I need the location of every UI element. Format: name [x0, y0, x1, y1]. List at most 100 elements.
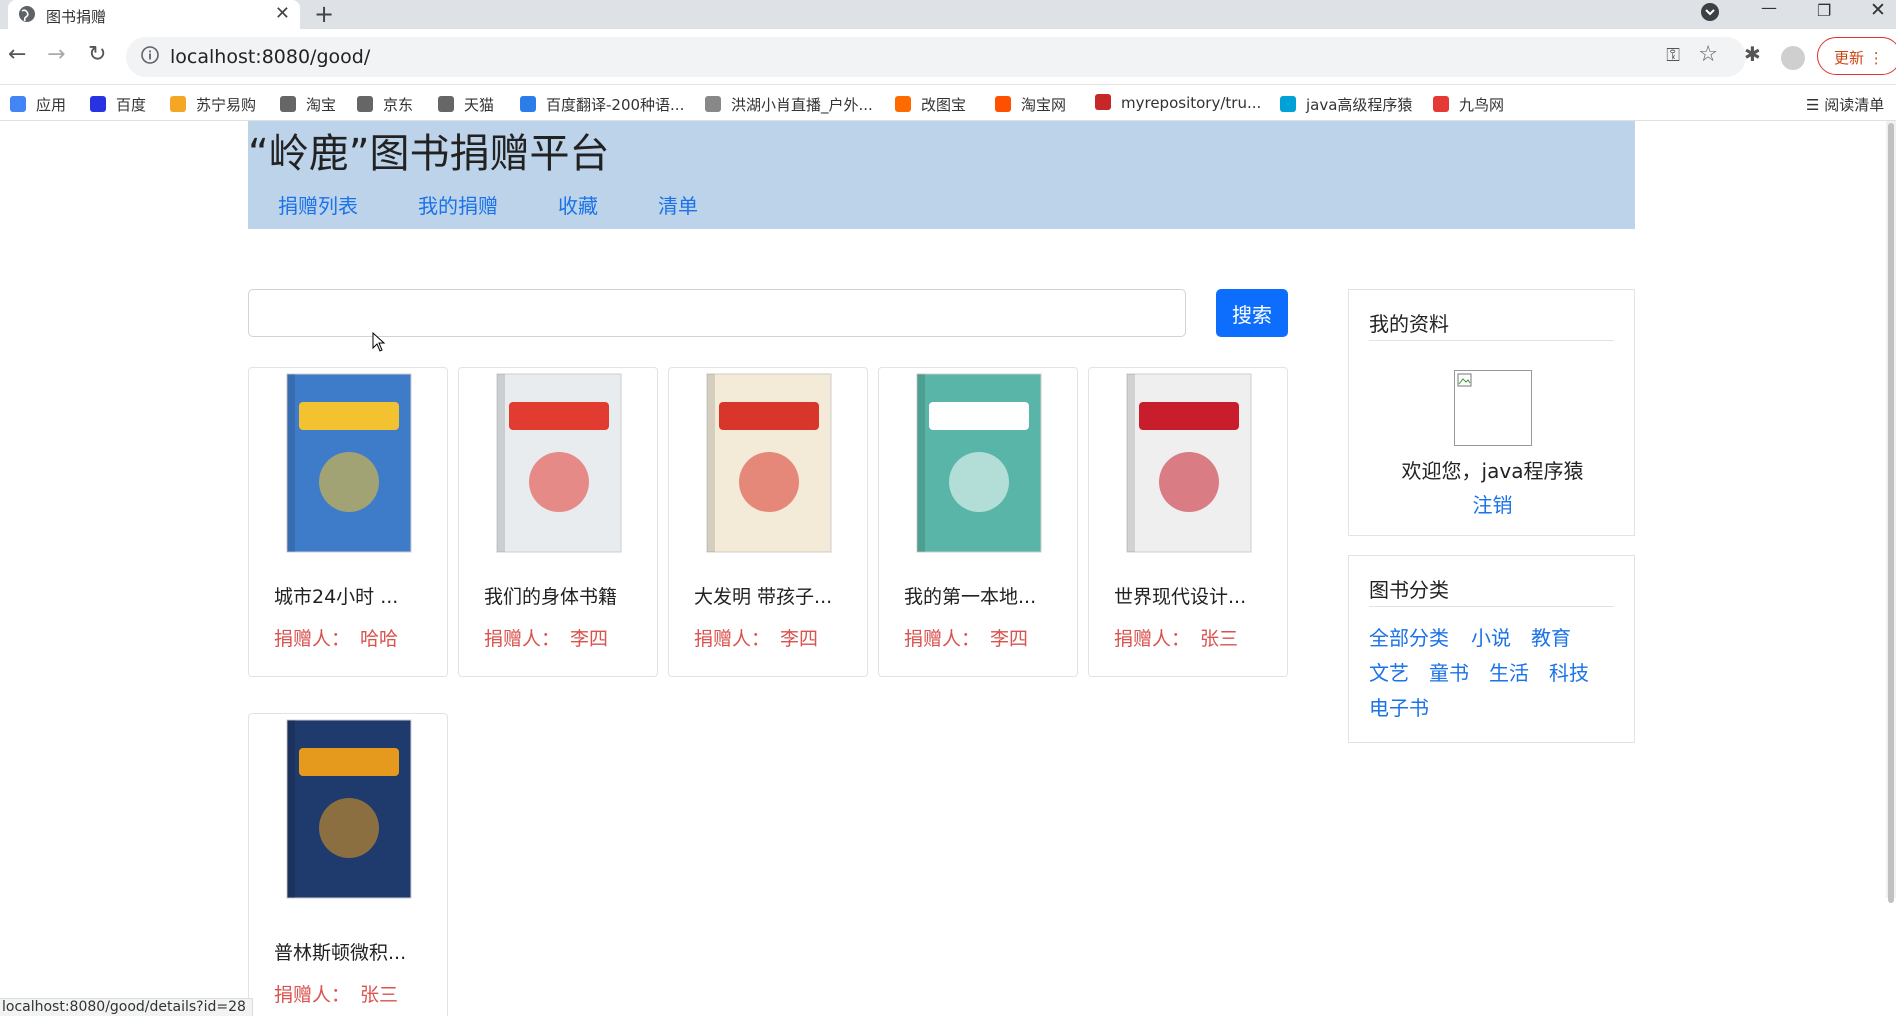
logout-link[interactable]: 注销	[1349, 489, 1636, 518]
bookmark-favicon-icon	[357, 96, 373, 112]
category-life[interactable]: 生活	[1489, 657, 1529, 686]
bookmark-item[interactable]: 苏宁易购	[170, 94, 256, 115]
bookmark-label: 百度翻译-200种语...	[546, 96, 685, 114]
categories-panel: 图书分类 全部分类 小说 教育 文艺 童书 生活 科技 电子书	[1348, 555, 1635, 743]
profile-title: 我的资料	[1369, 312, 1449, 336]
book-card[interactable]: 城市24小时 ... 捐赠人： 哈哈	[248, 367, 448, 677]
page-content: “岭鹿”图书捐赠平台 捐赠列表 我的捐赠 收藏 清单 搜索 城市24小时 ...…	[0, 121, 1896, 1016]
book-cover-image[interactable]	[469, 372, 649, 554]
bookmark-item[interactable]: 淘宝	[280, 94, 336, 115]
key-icon[interactable]: ⚿	[1666, 45, 1680, 66]
bookmark-item[interactable]: 天猫	[438, 94, 494, 115]
book-donor: 捐赠人： 李四	[904, 624, 1028, 651]
restore-icon[interactable]: ❐	[1817, 1, 1831, 20]
reload-icon[interactable]: ↻	[88, 42, 106, 67]
tab-search-icon[interactable]	[1700, 2, 1720, 26]
donor-label: 捐赠人：	[484, 628, 561, 650]
book-cover-image[interactable]	[1099, 372, 1279, 554]
nav-donation-list[interactable]: 捐赠列表	[278, 190, 358, 219]
book-card[interactable]: 大发明 带孩子... 捐赠人： 李四	[668, 367, 868, 677]
extensions-icon[interactable]: ✱	[1744, 42, 1761, 66]
categories-divider	[1369, 606, 1614, 607]
book-title[interactable]: 普林斯顿微积...	[274, 938, 406, 965]
bookmark-item[interactable]: 淘宝网	[995, 94, 1066, 115]
page-scrollbar[interactable]	[1886, 121, 1896, 903]
bookmark-item[interactable]: 应用	[10, 94, 66, 115]
bookmark-label: 改图宝	[921, 96, 967, 114]
category-literature[interactable]: 文艺	[1369, 657, 1409, 686]
bookmark-item[interactable]: 洪湖小肖直播_户外...	[705, 94, 873, 115]
browser-tab[interactable]: 图书捐赠 ✕	[8, 0, 300, 29]
bookmark-favicon-icon	[1433, 96, 1449, 112]
book-cover-image[interactable]	[679, 372, 859, 554]
book-donor: 捐赠人： 张三	[274, 980, 398, 1007]
bookmark-item[interactable]: 九鸟网	[1433, 94, 1504, 115]
search-input[interactable]	[248, 289, 1186, 337]
address-bar[interactable]: localhost:8080/good/ ⚿ ☆	[126, 37, 1746, 77]
book-card[interactable]: 世界现代设计... 捐赠人： 张三	[1088, 367, 1288, 677]
nav-my-donations[interactable]: 我的捐赠	[418, 190, 498, 219]
category-education[interactable]: 教育	[1531, 622, 1571, 651]
book-card[interactable]: 普林斯顿微积... 捐赠人： 张三	[248, 713, 448, 1016]
book-title[interactable]: 我们的身体书籍	[484, 582, 617, 609]
window-close-icon[interactable]: ✕	[1870, 0, 1886, 21]
book-card[interactable]: 我们的身体书籍 捐赠人： 李四	[458, 367, 658, 677]
bookmark-item[interactable]: myrepository/tru...	[1095, 94, 1261, 112]
bookmark-label: 淘宝网	[1021, 96, 1067, 114]
bookmark-favicon-icon	[90, 96, 106, 112]
book-card[interactable]: 我的第一本地... 捐赠人： 李四	[878, 367, 1078, 677]
update-button[interactable]: 更新 ⋮	[1817, 37, 1896, 75]
book-title[interactable]: 我的第一本地...	[904, 582, 1036, 609]
browser-tab-strip: 图书捐赠 ✕ + — ❐ ✕	[0, 0, 1896, 29]
donor-label: 捐赠人：	[274, 628, 351, 650]
book-donor: 捐赠人： 张三	[1114, 624, 1238, 651]
nav-favorites[interactable]: 收藏	[558, 190, 598, 219]
profile-panel: 我的资料 欢迎您，java程序猿 注销	[1348, 289, 1635, 536]
book-cover-image[interactable]	[889, 372, 1069, 554]
new-tab-icon[interactable]: +	[314, 0, 334, 28]
bookmark-item[interactable]: 百度翻译-200种语...	[520, 94, 684, 115]
book-title[interactable]: 城市24小时 ...	[274, 582, 398, 609]
minimize-icon[interactable]: —	[1761, 0, 1777, 17]
bookmark-label: 洪湖小肖直播_户外...	[731, 96, 873, 114]
bookmarks-bar: 应用 百度 苏宁易购 淘宝 京东 天猫 百度翻译-200种语... 洪湖小肖直播_户外... 改…	[0, 85, 1896, 121]
browser-toolbar: ← → ↻ localhost:8080/good/ ⚿ ☆ ✱ 更新 ⋮	[0, 29, 1896, 85]
bookmark-label: 京东	[383, 96, 414, 114]
bookmark-star-icon[interactable]: ☆	[1698, 42, 1718, 67]
category-all[interactable]: 全部分类	[1369, 622, 1449, 651]
bookmark-item[interactable]: 改图宝	[895, 94, 966, 115]
reading-list-label: 阅读清单	[1824, 96, 1885, 114]
donor-label: 捐赠人：	[904, 628, 981, 650]
bookmark-favicon-icon	[520, 96, 536, 112]
nav-list[interactable]: 清单	[658, 190, 698, 219]
status-bar: localhost:8080/good/details?id=28	[0, 998, 253, 1016]
book-cover-image[interactable]	[259, 372, 439, 554]
category-technology[interactable]: 科技	[1549, 657, 1589, 686]
bookmark-favicon-icon	[280, 96, 296, 112]
bookmark-item[interactable]: java高级程序猿	[1280, 94, 1412, 115]
donor-label: 捐赠人：	[694, 628, 771, 650]
tab-close-icon[interactable]: ✕	[275, 3, 290, 24]
profile-avatar[interactable]	[1781, 46, 1805, 70]
book-title[interactable]: 大发明 带孩子...	[694, 582, 832, 609]
category-novel[interactable]: 小说	[1471, 622, 1511, 651]
forward-icon[interactable]: →	[47, 42, 65, 67]
category-children[interactable]: 童书	[1429, 657, 1469, 686]
search-button[interactable]: 搜索	[1216, 289, 1288, 337]
donor-label: 捐赠人：	[274, 984, 351, 1006]
scrollbar-thumb[interactable]	[1888, 123, 1894, 903]
bookmark-item[interactable]: 百度	[90, 94, 146, 115]
category-ebook[interactable]: 电子书	[1369, 692, 1429, 721]
donor-name: 张三	[1200, 628, 1239, 650]
book-cover-image[interactable]	[259, 718, 439, 900]
donor-name: 李四	[780, 628, 819, 650]
book-title[interactable]: 世界现代设计...	[1114, 582, 1246, 609]
bookmark-favicon-icon	[10, 96, 26, 112]
bookmark-item[interactable]: 京东	[357, 94, 413, 115]
broken-image-icon	[1457, 373, 1472, 387]
reading-list-button[interactable]: ☰ 阅读清单	[1806, 94, 1884, 115]
back-icon[interactable]: ←	[8, 42, 26, 67]
site-header: “岭鹿”图书捐赠平台 捐赠列表 我的捐赠 收藏 清单	[248, 121, 1635, 229]
site-info-icon[interactable]	[140, 45, 160, 65]
bookmark-favicon-icon	[705, 96, 721, 112]
